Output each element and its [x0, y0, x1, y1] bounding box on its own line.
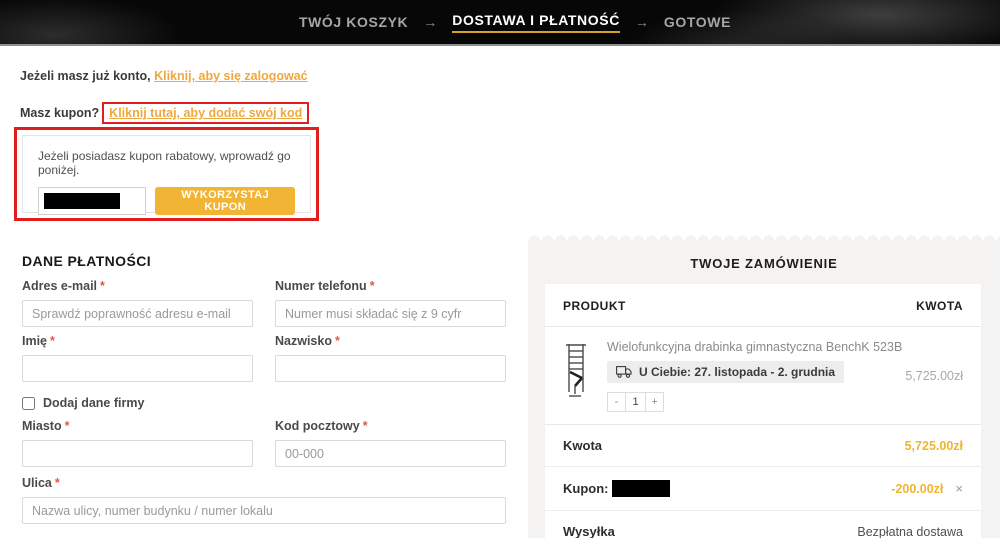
postcode-label: Kod pocztowy*: [275, 419, 506, 433]
breadcrumb: TWÓJ KOSZYK → DOSTAWA I PŁATNOŚĆ → GOTOW…: [299, 12, 731, 33]
city-field-group: Miasto*: [22, 419, 253, 467]
street-label: Ulica*: [22, 476, 506, 490]
product-image: [563, 342, 593, 398]
required-mark: *: [363, 419, 368, 433]
add-coupon-link[interactable]: Kliknij tutaj, aby dodać swój kod: [109, 106, 302, 120]
last-name-label: Nazwisko*: [275, 334, 506, 348]
breadcrumb-done: GOTOWE: [664, 14, 731, 30]
required-mark: *: [65, 419, 70, 433]
order-summary-panel: TWOJE ZAMÓWIENIE PRODUKT KWOTA: [528, 232, 1000, 538]
coupon-discount-value: -200.00zł: [891, 482, 943, 496]
order-card: PRODUKT KWOTA: [545, 284, 981, 538]
email-field[interactable]: [22, 300, 253, 327]
street-field-group: Ulica*: [22, 476, 506, 524]
coupon-form: Jeżeli posiadasz kupon rabatowy, wprowad…: [22, 135, 311, 213]
coupon-prompt: Masz kupon? Kliknij tutaj, aby dodać swó…: [20, 102, 309, 124]
last-name-field[interactable]: [275, 355, 506, 382]
required-mark: *: [100, 279, 105, 293]
email-field-group: Adres e-mail*: [22, 279, 253, 327]
checkout-page: TWÓJ KOSZYK → DOSTAWA I PŁATNOŚĆ → GOTOW…: [0, 0, 1000, 538]
shipping-value: Bezpłatna dostawa: [857, 525, 963, 538]
coupon-box-highlight: Jeżeli posiadasz kupon rabatowy, wprowad…: [14, 127, 319, 221]
breadcrumb-cart[interactable]: TWÓJ KOSZYK: [299, 14, 408, 30]
quantity-value[interactable]: 1: [625, 392, 646, 412]
last-name-field-group: Nazwisko*: [275, 334, 506, 382]
coupon-link-highlight: Kliknij tutaj, aby dodać swój kod: [102, 102, 309, 124]
first-name-label: Imię*: [22, 334, 253, 348]
product-details: Wielofunkcyjna drabinka gimnastyczna Ben…: [607, 340, 902, 412]
required-mark: *: [55, 476, 60, 490]
order-table-header: PRODUKT KWOTA: [545, 284, 981, 327]
subtotal-value: 5,725.00zł: [905, 439, 963, 453]
company-checkbox[interactable]: [22, 397, 35, 410]
truck-icon: [616, 366, 632, 378]
coupon-prompt-text: Masz kupon?: [20, 106, 99, 120]
delivery-estimate-badge: U Ciebie: 27. listopada - 2. grudnia: [607, 361, 844, 383]
shipping-label: Wysyłka: [563, 524, 615, 538]
coupon-message: Jeżeli posiadasz kupon rabatowy, wprowad…: [38, 149, 295, 177]
receipt-scallop-edge: [528, 232, 1000, 241]
phone-field-group: Numer telefonu*: [275, 279, 506, 327]
login-prompt-text: Jeżeli masz już konto,: [20, 69, 151, 83]
required-mark: *: [50, 334, 55, 348]
postcode-field-group: Kod pocztowy*: [275, 419, 506, 467]
payment-section-title: DANE PŁATNOŚCI: [22, 253, 151, 269]
subtotal-row: Kwota 5,725.00zł: [545, 425, 981, 467]
apply-coupon-button[interactable]: WYKORZYSTAJ KUPON: [155, 187, 295, 215]
city-label: Miasto*: [22, 419, 253, 433]
required-mark: *: [335, 334, 340, 348]
street-field[interactable]: [22, 497, 506, 524]
arrow-icon: →: [635, 14, 649, 30]
quantity-decrease-button[interactable]: -: [607, 392, 626, 412]
coupon-code-input[interactable]: [38, 187, 146, 215]
shipping-row: Wysyłka Bezpłatna dostawa: [545, 511, 981, 538]
company-checkbox-label: Dodaj dane firmy: [43, 396, 144, 410]
delivery-estimate-text: U Ciebie: 27. listopada - 2. grudnia: [639, 365, 835, 379]
postcode-field[interactable]: [275, 440, 506, 467]
subtotal-label: Kwota: [563, 438, 602, 453]
line-item-price: 5,725.00zł: [905, 369, 963, 383]
login-link[interactable]: Kliknij, aby się zalogować: [154, 69, 308, 83]
company-data-row: Dodaj dane firmy: [22, 396, 144, 410]
quantity-increase-button[interactable]: +: [645, 392, 664, 412]
order-line-item: Wielofunkcyjna drabinka gimnastyczna Ben…: [545, 327, 981, 425]
remove-coupon-icon[interactable]: ×: [955, 481, 963, 496]
quantity-stepper: - 1 +: [607, 392, 902, 412]
redacted-coupon-code: [44, 193, 120, 209]
phone-label: Numer telefonu*: [275, 279, 506, 293]
phone-field[interactable]: [275, 300, 506, 327]
city-field[interactable]: [22, 440, 253, 467]
amount-column-header: KWOTA: [916, 299, 963, 313]
redacted-coupon-name: [612, 480, 670, 497]
product-column-header: PRODUKT: [563, 299, 626, 313]
breadcrumb-shipping-payment[interactable]: DOSTAWA I PŁATNOŚĆ: [452, 12, 620, 33]
login-prompt: Jeżeli masz już konto, Kliknij, aby się …: [20, 69, 308, 83]
coupon-label: Kupon:: [563, 480, 670, 497]
checkout-progress-bar: TWÓJ KOSZYK → DOSTAWA I PŁATNOŚĆ → GOTOW…: [0, 0, 1000, 46]
arrow-icon: →: [423, 14, 437, 30]
order-summary-title: TWOJE ZAMÓWIENIE: [528, 256, 1000, 271]
coupon-row: Kupon: -200.00zł ×: [545, 467, 981, 511]
first-name-field-group: Imię*: [22, 334, 253, 382]
first-name-field[interactable]: [22, 355, 253, 382]
required-mark: *: [370, 279, 375, 293]
product-name: Wielofunkcyjna drabinka gimnastyczna Ben…: [607, 340, 902, 354]
email-label: Adres e-mail*: [22, 279, 253, 293]
